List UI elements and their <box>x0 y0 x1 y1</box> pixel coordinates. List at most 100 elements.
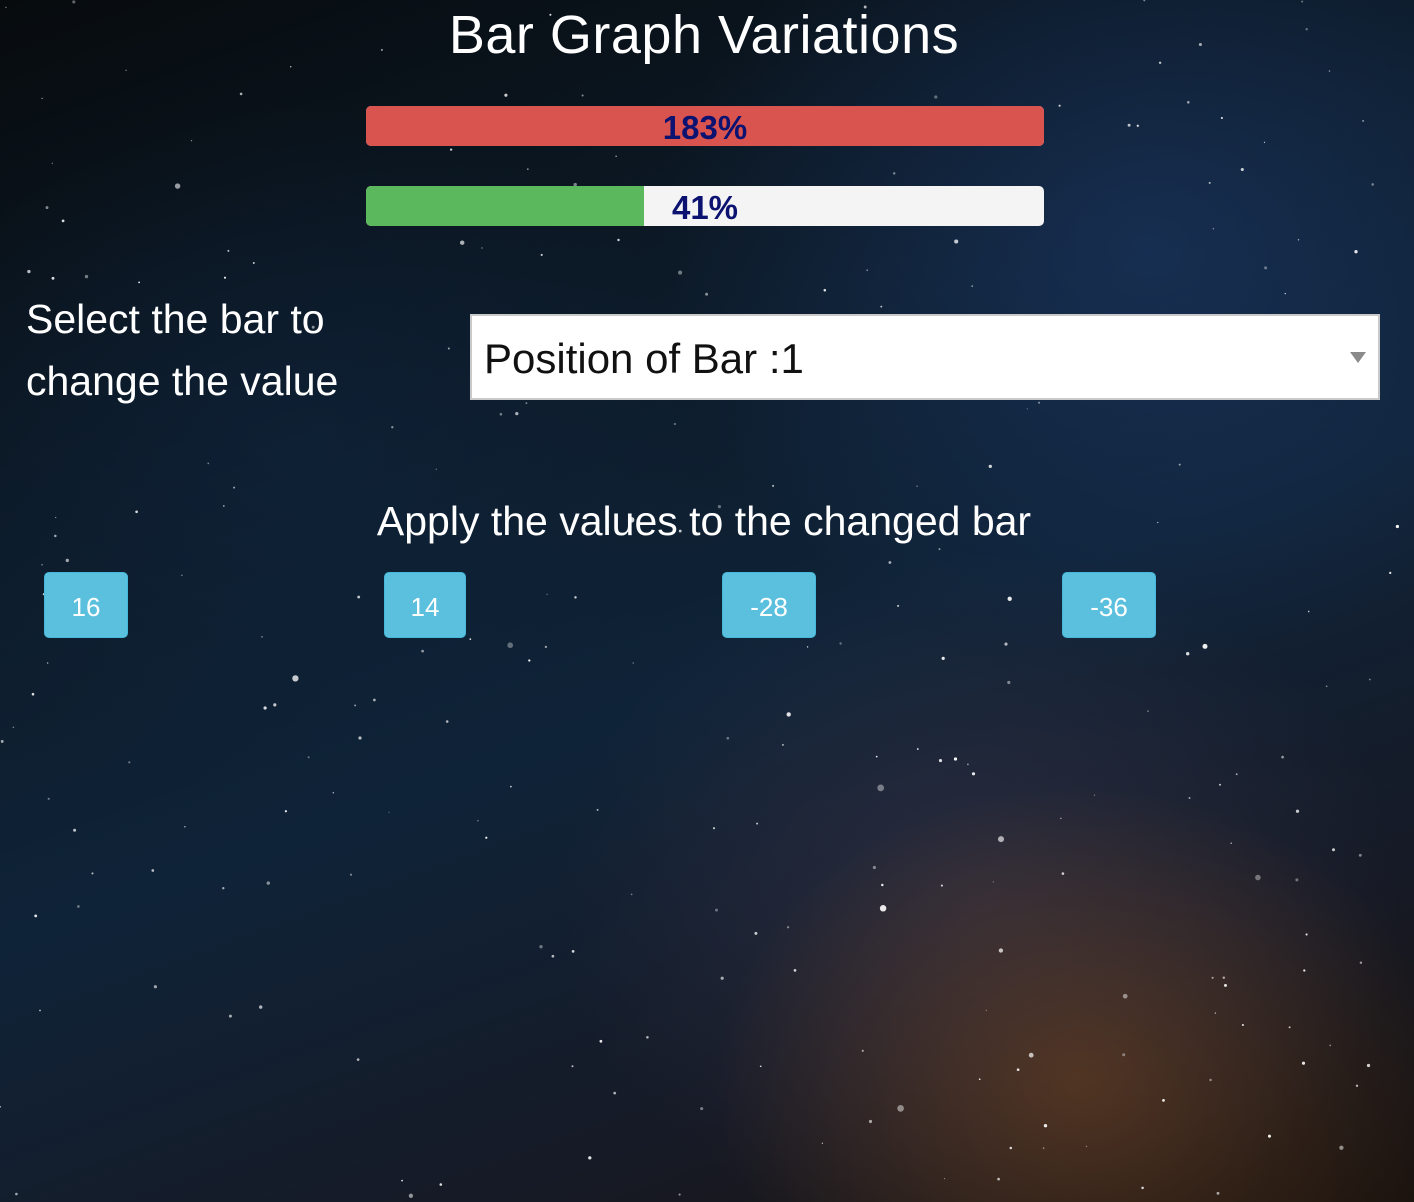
star <box>877 784 885 792</box>
value-button-16[interactable]: 16 <box>44 572 128 638</box>
star <box>786 712 791 717</box>
star <box>356 1058 360 1061</box>
value-button-minus-36[interactable]: -36 <box>1062 572 1156 638</box>
progress-bar-2-label: 41% <box>671 189 739 226</box>
star <box>1186 652 1190 656</box>
star <box>1038 401 1041 404</box>
star <box>259 1005 263 1009</box>
star <box>1016 1068 1020 1072</box>
star <box>290 66 292 68</box>
star <box>630 893 633 896</box>
star <box>1219 783 1221 786</box>
star <box>1085 1145 1088 1148</box>
star <box>1329 1044 1332 1047</box>
star <box>499 412 503 416</box>
star <box>756 822 759 825</box>
star <box>938 548 941 551</box>
star <box>588 1156 592 1160</box>
star <box>726 736 730 740</box>
star <box>1362 119 1365 122</box>
star <box>273 703 277 707</box>
star <box>239 92 243 96</box>
star <box>992 881 995 883</box>
star <box>34 914 38 918</box>
star <box>307 756 310 759</box>
star <box>954 239 959 244</box>
bar-select-value: Position of Bar :1 <box>484 335 804 382</box>
star <box>373 698 376 702</box>
star <box>481 247 483 249</box>
star <box>391 426 394 429</box>
star <box>223 276 227 279</box>
star <box>551 954 555 958</box>
star <box>546 593 548 595</box>
star <box>916 748 919 750</box>
star <box>1211 976 1214 979</box>
star <box>978 1078 981 1081</box>
value-button-minus-28[interactable]: -28 <box>722 572 816 638</box>
star <box>401 1179 403 1182</box>
star <box>759 1065 762 1068</box>
star <box>617 238 620 242</box>
star <box>358 736 362 740</box>
star <box>712 827 716 830</box>
star <box>528 659 531 662</box>
star <box>1136 124 1139 127</box>
star <box>1301 0 1304 3</box>
progress-bar-1: 183% <box>366 106 1044 146</box>
star <box>47 797 50 800</box>
star <box>1355 1084 1359 1087</box>
star <box>938 759 943 763</box>
star <box>525 402 528 405</box>
star <box>700 1107 704 1111</box>
star <box>357 595 361 599</box>
star <box>880 305 883 308</box>
star <box>1297 239 1300 241</box>
star <box>1305 933 1308 936</box>
star <box>1241 1024 1244 1026</box>
star <box>967 763 969 766</box>
star <box>934 95 938 99</box>
star <box>971 772 976 776</box>
bar-select-dropdown[interactable]: Position of Bar :1 <box>470 314 1380 400</box>
star <box>1284 292 1286 295</box>
star <box>544 645 548 649</box>
star <box>1007 680 1011 685</box>
star <box>181 574 183 576</box>
star <box>1147 710 1149 712</box>
star <box>1358 853 1362 857</box>
star <box>1354 250 1358 254</box>
star <box>1209 1078 1212 1082</box>
star <box>705 292 709 296</box>
star <box>47 662 49 664</box>
star <box>1366 1063 1371 1068</box>
star <box>1267 1134 1272 1138</box>
star <box>1288 1026 1291 1029</box>
star <box>41 563 43 566</box>
star <box>1325 685 1328 688</box>
star <box>507 642 514 649</box>
star <box>227 249 230 252</box>
star <box>1328 70 1331 72</box>
star <box>1214 1012 1217 1014</box>
chevron-down-icon <box>1350 352 1366 363</box>
star <box>408 1193 414 1198</box>
star <box>539 945 543 949</box>
star <box>125 69 127 72</box>
star <box>354 704 357 707</box>
select-bar-label: Select the bar to change the value <box>26 296 339 404</box>
value-button-14[interactable]: 14 <box>384 572 466 638</box>
star <box>504 93 508 97</box>
star <box>1007 596 1012 601</box>
star <box>581 94 584 97</box>
star <box>872 865 876 870</box>
star <box>1240 167 1244 172</box>
star <box>459 240 465 245</box>
star <box>1301 1061 1306 1065</box>
star <box>1061 872 1065 875</box>
star <box>754 931 758 935</box>
star <box>41 97 43 100</box>
star <box>292 675 299 682</box>
star <box>1339 1145 1344 1150</box>
star <box>174 183 181 189</box>
